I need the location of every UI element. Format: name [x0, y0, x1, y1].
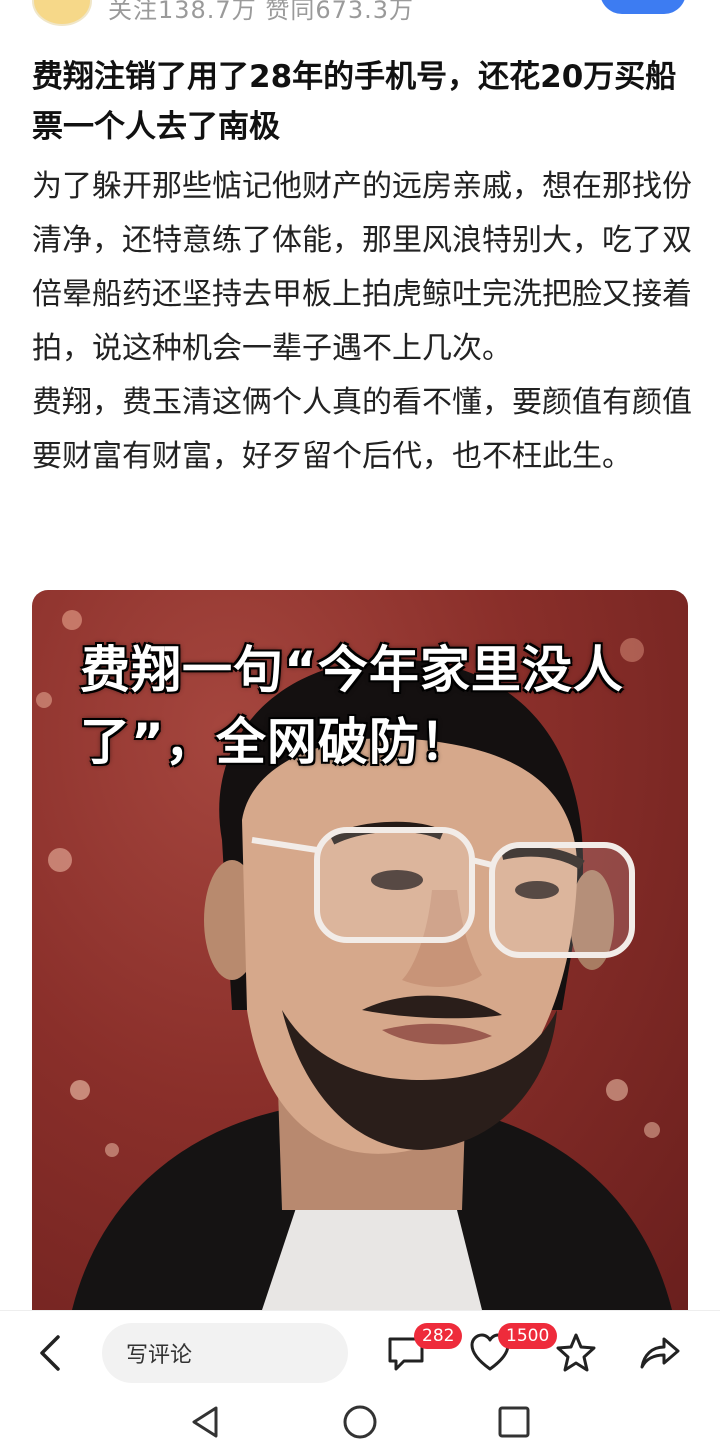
- star-icon[interactable]: [552, 1329, 600, 1377]
- author-meta: 关注138.7万 赞同673.3万: [108, 0, 415, 24]
- square-recent-icon[interactable]: [494, 1402, 534, 1442]
- author-avatar[interactable]: [32, 0, 92, 26]
- image-caption: 费翔一句“今年家里没人了”，全网破防！: [80, 641, 624, 771]
- paragraph: 费翔，费玉清这俩个人真的看不懂，要颜值有颜值要财富有财富，好歹留个后代，也不枉此…: [32, 385, 692, 474]
- back-icon[interactable]: [30, 1331, 74, 1375]
- article-body: 为了躲开那些惦记他财产的远房亲戚，想在那找份清净，还特意练了体能，那里风浪特别大…: [32, 160, 697, 484]
- page: 关注138.7万 赞同673.3万 费翔注销了用了28年的手机号，还花20万买船…: [0, 0, 720, 1449]
- article-title: 费翔注销了用了28年的手机号，还花20万买船票一个人去了南极: [32, 59, 677, 145]
- author-header: 关注138.7万 赞同673.3万: [0, 0, 720, 40]
- like-count-badge: 1500: [498, 1323, 558, 1349]
- share-icon[interactable]: [636, 1329, 684, 1377]
- comment-count-badge: 282: [414, 1323, 463, 1349]
- triangle-back-icon[interactable]: [186, 1402, 226, 1442]
- follow-button[interactable]: [600, 0, 686, 14]
- paragraph: 为了躲开那些惦记他财产的远房亲戚，想在那找份清净，还特意练了体能，那里风浪特别大…: [32, 169, 692, 366]
- circle-home-icon[interactable]: [340, 1402, 380, 1442]
- comment-input[interactable]: 写评论: [102, 1323, 348, 1383]
- bottom-action-bar: 写评论 282 1500: [0, 1310, 720, 1395]
- comment-placeholder: 写评论: [126, 1343, 193, 1368]
- system-navigation-bar: [0, 1394, 720, 1449]
- article-image[interactable]: 费翔一句“今年家里没人了”，全网破防！: [32, 590, 688, 1310]
